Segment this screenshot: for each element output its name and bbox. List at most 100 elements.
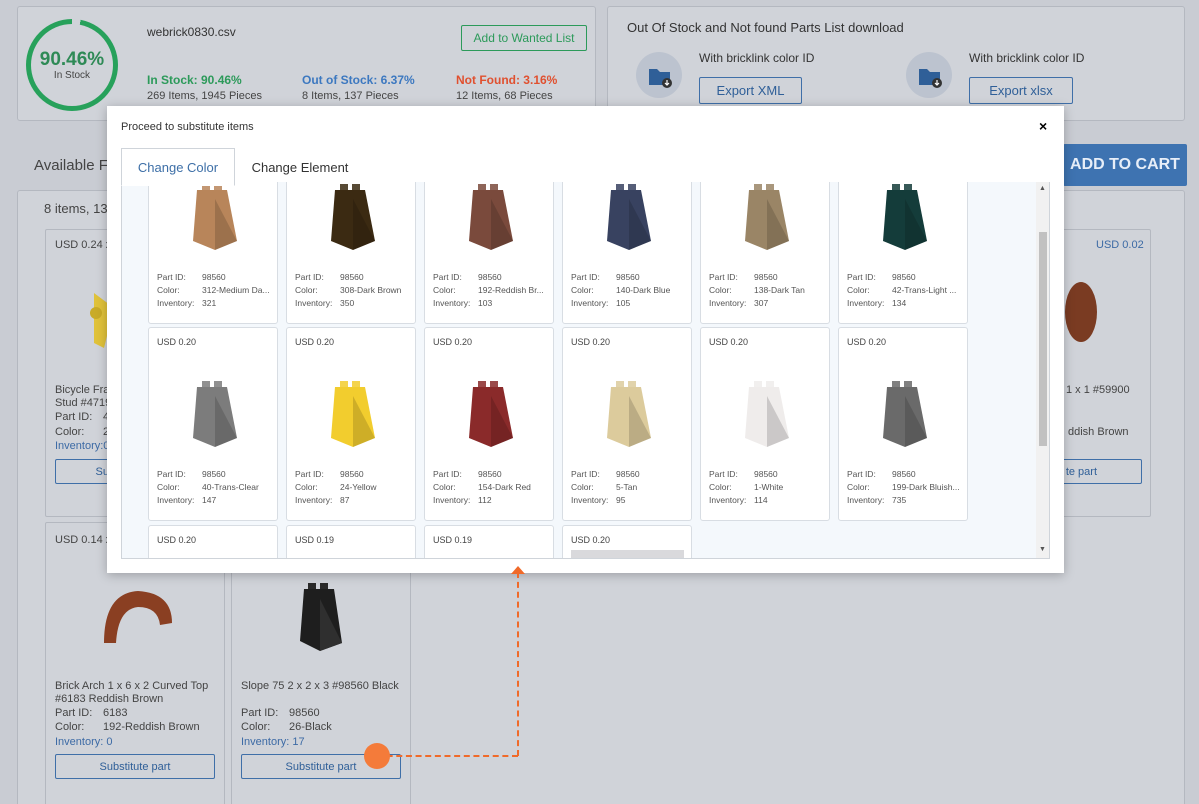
substitute-card[interactable]: USD 0.20 Part ID: 98560 Color: 5-Tan Inventor… (562, 327, 692, 521)
substitute-card[interactable]: USD 0.20 (562, 525, 692, 558)
slope-brick-image (193, 381, 237, 447)
substitute-card[interactable]: Part ID: 98560 Color: 312-Medium Da... Inven… (148, 182, 278, 324)
card-inventory-label: Inventory: (847, 298, 885, 308)
card-part-id-value: 98560 (478, 272, 502, 282)
substitute-card[interactable]: USD 0.20 (148, 525, 278, 558)
card-inventory-value: 87 (340, 495, 350, 505)
substitute-card[interactable]: USD 0.19 (286, 525, 416, 558)
card-price: USD 0.20 (295, 337, 335, 347)
scrollbar[interactable]: ▲ ▼ (1036, 182, 1049, 558)
card-inventory-label: Inventory: (157, 495, 195, 505)
export-xlsx-button[interactable]: Export xlsx (969, 77, 1073, 104)
card-inventory-row: Inventory: 307 (709, 298, 826, 308)
substitute-card[interactable]: USD 0.20 Part ID: 98560 Color: 199-Dark Blui… (838, 327, 968, 521)
card-part-id-label: Part ID: (157, 469, 186, 479)
card-price: USD 0.19 (433, 535, 473, 545)
card-color-label: Color: (295, 482, 318, 492)
card-inventory-value: 95 (616, 495, 626, 505)
color-value: ddish Brown (1068, 426, 1129, 438)
export-xml-button[interactable]: Export XML (699, 77, 802, 104)
scroll-thumb[interactable] (1039, 232, 1047, 446)
scroll-down-icon[interactable]: ▼ (1039, 546, 1046, 553)
card-color-label: Color: (295, 285, 318, 295)
out-of-stock-detail: 8 Items, 137 Pieces (302, 90, 399, 102)
card-part-id-label: Part ID: (571, 469, 600, 479)
color-label: Color: (241, 721, 271, 733)
card-color-label: Color: (847, 482, 870, 492)
substitute-card[interactable]: USD 0.19 (424, 525, 554, 558)
card-part-id-label: Part ID: (433, 469, 462, 479)
color-label: Color: (55, 721, 85, 733)
substitute-card[interactable]: USD 0.20 Part ID: 98560 Color: 24-Yellow Inve… (286, 327, 416, 521)
gauge-label: In Stock (53, 69, 91, 81)
substitute-card[interactable]: Part ID: 98560 Color: 138-Dark Tan Inventory… (700, 182, 830, 324)
card-part-id-row: Part ID: 98560 (571, 272, 688, 282)
substitute-card[interactable]: USD 0.20 Part ID: 98560 Color: 1-White Invent… (700, 327, 830, 521)
card-inventory-label: Inventory: (295, 495, 333, 505)
card-price: USD 0.19 (295, 535, 335, 545)
card-part-id-value: 98560 (478, 469, 502, 479)
part-id-value: 6183 (103, 707, 128, 719)
card-color-value: 312-Medium Da... (202, 285, 270, 295)
add-to-cart-button[interactable]: ADD TO CART (1063, 144, 1187, 186)
card-part-id-value: 98560 (202, 469, 226, 479)
card-color-row: Color: 24-Yellow (295, 482, 412, 492)
card-inventory-row: Inventory: 735 (847, 495, 964, 505)
card-color-value: 154-Dark Red (478, 482, 531, 492)
out-of-stock-title: Out of Stock: 6.37% (302, 73, 415, 87)
card-color-value: 192-Reddish Br... (478, 285, 544, 295)
item-name: Brick Arch 1 x 6 x 2 Curved Top (55, 680, 209, 692)
card-part-id-value: 98560 (340, 272, 364, 282)
annotation-arrow-icon (511, 566, 525, 574)
card-inventory-label: Inventory: (709, 495, 747, 505)
tab-change-element[interactable]: Change Element (235, 148, 365, 186)
card-price: USD 0.20 (709, 337, 749, 347)
card-part-id-label: Part ID: (571, 272, 600, 282)
xml-caption: With bricklink color ID (699, 51, 815, 65)
card-color-value: 1-White (754, 482, 784, 492)
substitute-card[interactable]: Part ID: 98560 Color: 308-Dark Brown Invento… (286, 182, 416, 324)
item-name: 1 x 1 #59900 (1066, 384, 1130, 396)
in-stock-title: In Stock: 90.46% (147, 73, 242, 87)
card-inventory-label: Inventory: (571, 495, 609, 505)
substitute-part-button[interactable]: Substitute part (55, 754, 215, 779)
card-inventory-value: 321 (202, 298, 217, 308)
color-label: Color: (55, 426, 85, 438)
slope-brick-image (607, 381, 651, 447)
card-inventory-value: 103 (478, 298, 493, 308)
card-part-id-label: Part ID: (847, 469, 876, 479)
slope-brick-image (300, 583, 342, 651)
card-color-value: 308-Dark Brown (340, 285, 402, 295)
card-color-label: Color: (571, 482, 594, 492)
substitute-card[interactable]: Part ID: 98560 Color: 42-Trans-Light ... Inv… (838, 182, 968, 324)
card-inventory-row: Inventory: 103 (433, 298, 550, 308)
tab-change-color[interactable]: Change Color (121, 148, 235, 186)
card-price: USD 0.20 (157, 535, 197, 545)
substitute-card[interactable]: Part ID: 98560 Color: 140-Dark Blue Inventor… (562, 182, 692, 324)
card-color-label: Color: (709, 482, 732, 492)
card-color-value: 5-Tan (616, 482, 638, 492)
substitute-modal: Proceed to substitute items × Change Col… (107, 106, 1064, 573)
close-icon[interactable]: × (1039, 118, 1047, 134)
scroll-up-icon[interactable]: ▲ (1039, 185, 1046, 192)
annotation-line (377, 755, 518, 757)
card-part-id-row: Part ID: 98560 (709, 469, 826, 479)
card-inventory-value: 112 (478, 495, 492, 505)
card-part-id-row: Part ID: 98560 (295, 469, 412, 479)
card-part-id-label: Part ID: (295, 272, 324, 282)
items-count: 8 items, 13 (44, 201, 108, 216)
card-part-id-row: Part ID: 98560 (709, 272, 826, 282)
card-color-row: Color: 42-Trans-Light ... (847, 285, 964, 295)
card-color-label: Color: (847, 285, 870, 295)
card-inventory-row: Inventory: 321 (157, 298, 274, 308)
card-part-id-row: Part ID: 98560 (157, 272, 274, 282)
substitute-card[interactable]: Part ID: 98560 Color: 192-Reddish Br... Inve… (424, 182, 554, 324)
color-value: 192-Reddish Brown (103, 721, 200, 733)
card-color-label: Color: (571, 285, 594, 295)
color-value: 26-Black (289, 721, 332, 733)
substitute-card[interactable]: USD 0.20 Part ID: 98560 Color: 40-Trans-Clea… (148, 327, 278, 521)
item-price: USD 0.14 x (55, 534, 112, 546)
add-to-wanted-list-button[interactable]: Add to Wanted List (461, 25, 587, 51)
card-inventory-label: Inventory: (847, 495, 885, 505)
substitute-card[interactable]: USD 0.20 Part ID: 98560 Color: 154-Dark Red I… (424, 327, 554, 521)
